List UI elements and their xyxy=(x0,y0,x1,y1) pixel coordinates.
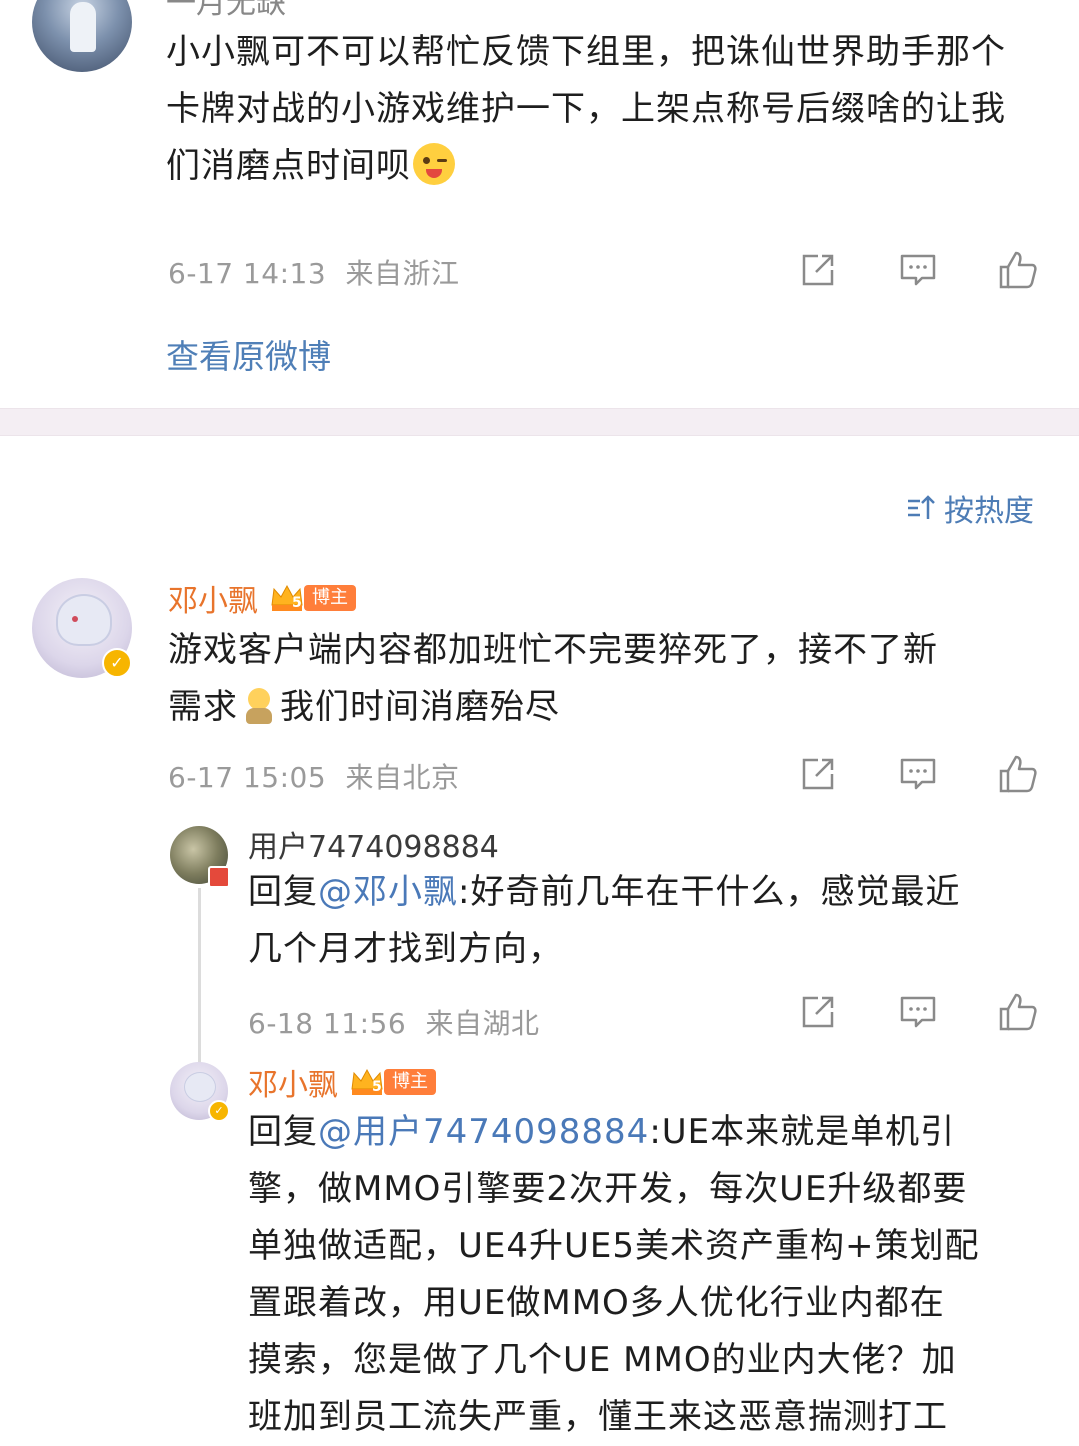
location: 来自北京 xyxy=(345,761,460,794)
comment-header: 邓小飘 5 博主 xyxy=(168,576,356,620)
mention-link[interactable]: @邓小飘 xyxy=(318,872,458,912)
reply-prefix: 回复 xyxy=(248,1112,318,1152)
mention-link[interactable]: @用户7474098884 xyxy=(318,1112,649,1152)
reply-text-line: 单独做适配，UE4升UE5美术资产重构+策划配 xyxy=(248,1226,980,1266)
exhausted-emoji xyxy=(242,686,276,726)
reply-header: 邓小飘 5 博主 xyxy=(248,1060,436,1104)
timestamp: 6-17 15:05 xyxy=(168,761,327,794)
blogger-badge: 博主 xyxy=(384,1069,436,1095)
sort-icon xyxy=(908,495,935,519)
share-icon xyxy=(802,254,834,286)
username[interactable]: 邓小飘 xyxy=(248,1060,338,1104)
share-button[interactable] xyxy=(796,248,840,292)
level-crown-icon: 5 xyxy=(270,583,304,613)
thumbs-up-icon xyxy=(999,251,1037,289)
comment-meta: 6-17 15:05 来自北京 xyxy=(168,756,460,796)
reply-text-segment: :好奇前几年在干什么，感觉最近 xyxy=(458,872,961,912)
comment-icon xyxy=(900,996,936,1028)
username[interactable]: 一月无缺 xyxy=(166,0,286,22)
reply-text-line: 置跟着改，用UE做MMO多人优化行业内都在 xyxy=(248,1283,945,1323)
view-original-link[interactable]: 查看原微博 xyxy=(166,330,331,378)
sort-label: 按热度 xyxy=(944,494,1034,529)
comment-button[interactable] xyxy=(896,990,940,1034)
reply-text: 回复@邓小飘:好奇前几年在干什么，感觉最近 几个月才找到方向， xyxy=(248,864,1048,978)
post-meta: 6-17 14:13 来自浙江 xyxy=(168,252,460,292)
comment-text-line: 需求 我们时间消磨殆尽 xyxy=(168,679,1048,736)
reply-text-segment: :UE本来就是单机引 xyxy=(649,1112,956,1152)
comment-button[interactable] xyxy=(896,248,940,292)
reply-text: 回复@用户7474098884:UE本来就是单机引 擎，做MMO引擎要2次开发，… xyxy=(248,1104,1048,1446)
share-icon xyxy=(802,996,834,1028)
comment-text-segment: 需求 xyxy=(168,687,238,727)
location: 来自湖北 xyxy=(425,1007,540,1040)
like-button[interactable] xyxy=(996,990,1040,1034)
comment-text-segment: 我们时间消磨殆尽 xyxy=(280,687,560,727)
verified-badge-icon: ✓ xyxy=(208,1100,230,1122)
thread-line xyxy=(198,888,201,1064)
timestamp: 6-18 11:56 xyxy=(248,1007,407,1040)
verified-badge-icon: ✓ xyxy=(102,648,132,678)
comment-text: 游戏客户端内容都加班忙不完要猝死了，接不了新 需求 我们时间消磨殆尽 xyxy=(168,622,1048,736)
share-button[interactable] xyxy=(796,752,840,796)
reply-text-line: 摸索，您是做了几个UE MMO的业内大佬？加 xyxy=(248,1340,957,1380)
comment-button[interactable] xyxy=(896,752,940,796)
level-crown-icon: 5 xyxy=(350,1067,384,1097)
wink-tongue-emoji xyxy=(413,143,455,185)
thumbs-up-icon xyxy=(999,993,1037,1031)
post-text-content: 小小飘可不可以帮忙反馈下组里，把诛仙世界助手那个卡牌对战的小游戏维护一下，上架点… xyxy=(166,32,1006,186)
level-number: 5 xyxy=(292,595,302,611)
avatar[interactable] xyxy=(32,0,132,72)
reply-text-line: 回复@邓小飘:好奇前几年在干什么，感觉最近 xyxy=(248,864,1048,921)
username[interactable]: 邓小飘 xyxy=(168,576,258,620)
sort-by-heat-button[interactable]: 按热度 xyxy=(906,486,1034,530)
blogger-badge: 博主 xyxy=(304,585,356,611)
timestamp: 6-17 14:13 xyxy=(168,257,327,290)
thumbs-up-icon xyxy=(999,755,1037,793)
share-icon xyxy=(802,758,834,790)
reply-text-line: 班加到员工流失严重，懂王来这恶意揣测打工 xyxy=(248,1397,948,1437)
comment-icon xyxy=(900,758,936,790)
post-text: 小小飘可不可以帮忙反馈下组里，把诛仙世界助手那个卡牌对战的小游戏维护一下，上架点… xyxy=(166,24,1036,195)
username[interactable]: 用户7474098884 xyxy=(248,822,499,866)
like-button[interactable] xyxy=(996,248,1040,292)
like-button[interactable] xyxy=(996,752,1040,796)
comment-text-line: 游戏客户端内容都加班忙不完要猝死了，接不了新 xyxy=(168,630,938,670)
reply-prefix: 回复 xyxy=(248,872,318,912)
share-button[interactable] xyxy=(796,990,840,1034)
reply-meta: 6-18 11:56 来自湖北 xyxy=(248,1002,540,1042)
reply-text-line: 几个月才找到方向， xyxy=(248,929,563,969)
reply-text-line: 擎，做MMO引擎要2次开发，每次UE升级都要 xyxy=(248,1169,968,1209)
location: 来自浙江 xyxy=(345,257,460,290)
level-number: 5 xyxy=(372,1079,382,1095)
comment-icon xyxy=(900,254,936,286)
reply-text-line: 回复@用户7474098884:UE本来就是单机引 xyxy=(248,1104,1048,1161)
section-divider xyxy=(0,408,1079,436)
member-badge-icon xyxy=(208,866,230,888)
